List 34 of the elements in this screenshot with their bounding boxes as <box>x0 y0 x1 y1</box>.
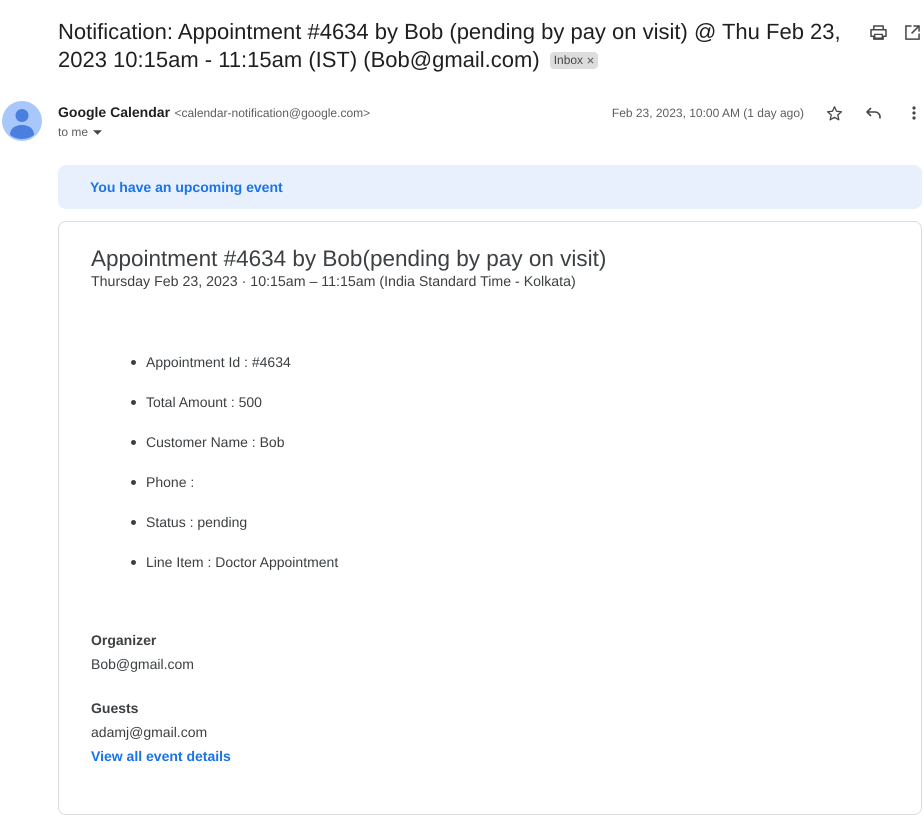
bullet-icon <box>131 480 136 484</box>
bullet-icon <box>131 400 136 404</box>
bullet-icon <box>131 440 136 444</box>
bullet-icon <box>131 360 136 364</box>
reply-icon[interactable] <box>866 107 882 119</box>
email-subject: Notification: Appointment #4634 by Bob (pending by pay on visit) @ Thu Feb 23, 2023 10:15am - 11:15am (IST) (Bob@gmail.com) Inbox <box>58 18 842 74</box>
detail-item: Line Item : Doctor Appointment <box>146 553 338 572</box>
detail-item: Status : pending <box>146 513 248 532</box>
caret-icon[interactable] <box>93 130 102 135</box>
detail-item: Total Amount : 500 <box>146 393 262 412</box>
recipient-text: to me <box>58 124 88 141</box>
banner-text: You have an upcoming event <box>90 179 283 195</box>
guests-heading: Guests <box>91 699 140 718</box>
event-title: Appointment #4634 by Bob(pending by pay on visit) <box>91 245 608 273</box>
sender-email: <calendar-notification@google.com> <box>174 106 370 120</box>
avatar-icon <box>2 101 42 141</box>
message-date: Feb 23, 2023, 10:00 AM (1 day ago) <box>612 106 804 120</box>
label-name[interactable]: Inbox <box>554 52 584 69</box>
detail-item: Customer Name : Bob <box>146 433 284 452</box>
detail-item: Appointment Id : #4634 <box>146 353 291 372</box>
event-details-link[interactable]: View all event details <box>91 744 231 768</box>
event-time: Thursday Feb 23, 2023 · 10:15am – 11:15am (India Standard Time - Kolkata) <box>91 273 577 291</box>
bullet-icon <box>131 560 136 564</box>
star-icon[interactable] <box>826 104 843 122</box>
sender-name: Google Calendar <box>58 104 170 120</box>
bullet-icon <box>131 520 136 524</box>
close-icon[interactable] <box>587 57 594 64</box>
guest-email: adamj@gmail.com <box>91 723 208 742</box>
detail-item: Phone : <box>146 473 194 492</box>
organizer-heading: Organizer <box>91 631 158 650</box>
more-icon[interactable] <box>912 106 916 120</box>
open-in-new-icon[interactable] <box>905 25 920 40</box>
organizer-email: Bob@gmail.com <box>91 655 195 674</box>
print-icon[interactable] <box>870 25 887 40</box>
